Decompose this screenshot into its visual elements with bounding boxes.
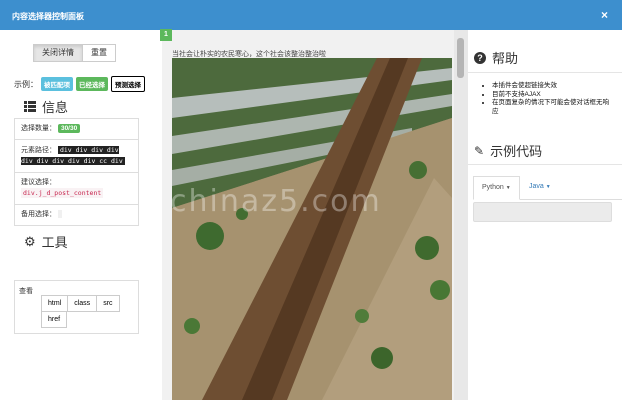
info-box: 选择数量： 30/30 元素路径： div div div div div di… [14, 118, 139, 226]
example-label: 示例： [14, 79, 38, 89]
tools-heading: ⚙ 工具 [24, 232, 68, 251]
tool-button-group: html class src href [41, 295, 123, 328]
scrollbar-thumb[interactable] [457, 38, 464, 78]
help-item: 目前不支持AJAX [492, 91, 612, 100]
right-panel: ? 帮助 本插件会使超链接失效 目前不支持AJAX 在页面复杂的情况下可能会使对… [468, 30, 622, 400]
caret-down-icon: ▼ [545, 184, 551, 190]
svg-text:?: ? [477, 53, 483, 63]
left-panel: 关闭详情 重置 示例： 被匹配项 已经选择 预测选择 信息 选择数量： 30/3… [0, 30, 162, 400]
close-icon[interactable]: × [601, 8, 608, 22]
count-row: 选择数量： 30/30 [15, 119, 138, 140]
tool-href-button[interactable]: href [41, 311, 68, 328]
count-badge: 30/30 [57, 124, 81, 133]
code-heading-text: 示例代码 [490, 144, 543, 159]
help-item: 本插件会使超链接失效 [492, 82, 612, 91]
tool-src-button[interactable]: src [96, 295, 120, 312]
backup-row: 备用选择： [15, 205, 138, 225]
info-heading: 信息 [24, 97, 68, 116]
selected-chip: 已经选择 [76, 77, 108, 91]
tool-class-button[interactable]: class [67, 295, 98, 312]
tab-python[interactable]: Python ▼ [473, 176, 520, 200]
reset-button[interactable]: 重置 [82, 44, 116, 62]
tab-python-label: Python [482, 184, 504, 191]
count-label: 选择数量： [21, 125, 56, 132]
tab-java[interactable]: Java ▼ [521, 176, 559, 200]
tab-java-label: Java [529, 183, 544, 190]
predicted-chip: 预测选择 [111, 76, 145, 92]
matched-chip: 被匹配项 [41, 77, 73, 91]
path-row: 元素路径： div div div div div div div div di… [15, 140, 138, 173]
backup-value [57, 210, 62, 219]
content-scrollbar[interactable] [454, 30, 468, 400]
help-divider [468, 72, 622, 73]
help-heading: ? 帮助 [474, 48, 518, 67]
page-margin [622, 0, 640, 400]
suggest-label: 建议选择： [21, 179, 56, 186]
code-tabs: Python ▼ Java ▼ [473, 176, 622, 200]
control-button-group: 关闭详情 重置 [33, 44, 116, 62]
watermark: chinaz5.com [170, 184, 382, 219]
title-bar: 内容选择器控制面板 × [0, 0, 622, 30]
code-divider [468, 164, 622, 165]
help-item: 在页面复杂的情况下可能会使对话框无响应 [492, 99, 612, 116]
tool-html-button[interactable]: html [41, 295, 69, 312]
close-detail-button[interactable]: 关闭详情 [33, 44, 83, 62]
example-legend: 示例： 被匹配项 已经选择 预测选择 [14, 76, 145, 92]
tools-heading-text: 工具 [41, 235, 68, 250]
path-label: 元素路径： [21, 147, 56, 154]
help-list: 本插件会使超链接失效 目前不支持AJAX 在页面复杂的情况下可能会使对话框无响应 [482, 82, 612, 116]
backup-label: 备用选择： [21, 211, 56, 218]
list-icon [24, 101, 36, 112]
post-photo [172, 58, 452, 400]
code-heading: ✎ 示例代码 [474, 141, 542, 160]
suggest-row: 建议选择： div.j_d_post_content [15, 173, 138, 205]
suggest-value: div.j_d_post_content [21, 188, 104, 198]
pencil-icon: ✎ [474, 143, 485, 158]
info-heading-text: 信息 [42, 100, 69, 115]
selection-index-badge: 1 [160, 29, 172, 41]
question-circle-icon: ? [474, 51, 486, 64]
caret-down-icon: ▼ [505, 185, 511, 191]
code-sample-area[interactable] [473, 202, 612, 222]
help-heading-text: 帮助 [492, 51, 519, 66]
window-title: 内容选择器控制面板 [12, 12, 84, 21]
tools-box: 查看 html class src href [14, 280, 139, 334]
gear-icon: ⚙ [24, 233, 36, 249]
